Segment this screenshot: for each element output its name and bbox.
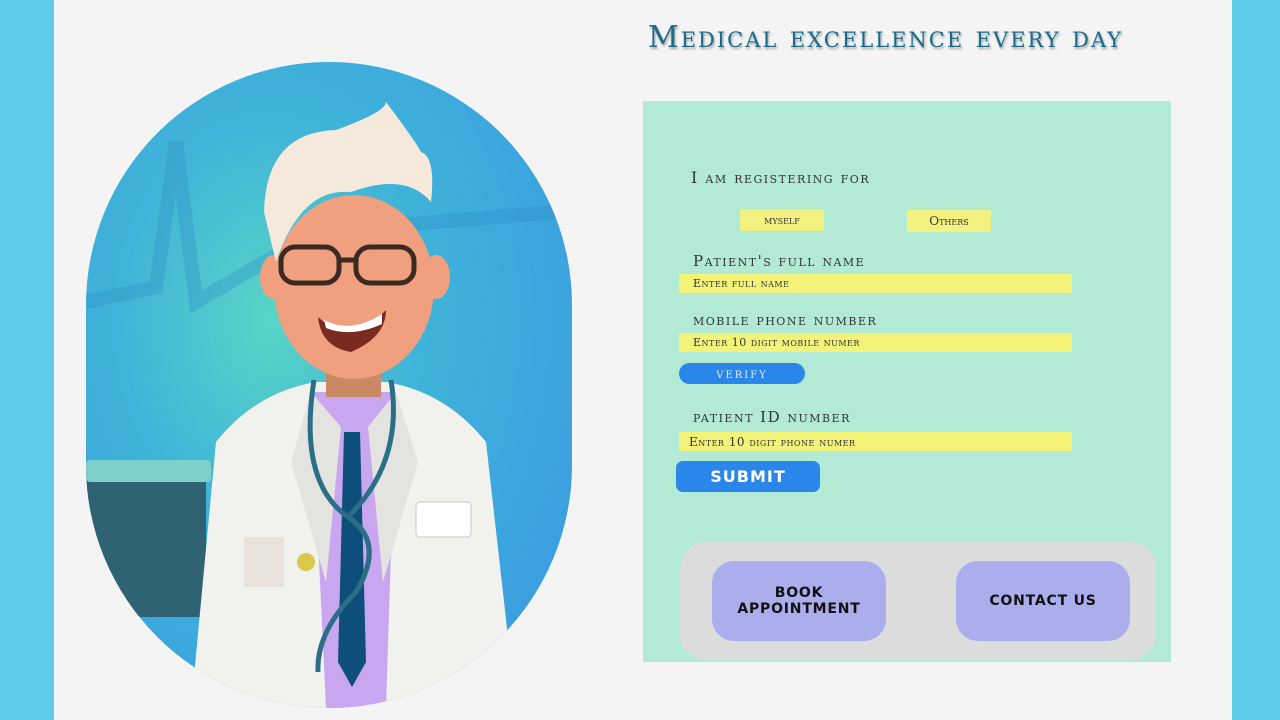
mobile-number-label: mobile phone number <box>693 311 878 329</box>
doctor-illustration <box>86 62 572 708</box>
patient-id-label: patient ID number <box>693 408 851 426</box>
verify-button[interactable]: verify <box>679 363 805 384</box>
contact-us-button[interactable]: CONTACT US <box>956 561 1130 641</box>
registering-for-label: I am registering for <box>691 168 871 187</box>
full-name-input[interactable] <box>679 274 1072 293</box>
mobile-number-input[interactable] <box>679 333 1072 352</box>
option-others-button[interactable]: Others <box>907 210 991 232</box>
book-appointment-button[interactable]: BOOK APPOINTMENT <box>712 561 886 641</box>
option-myself-button[interactable]: myself <box>740 209 824 231</box>
patient-id-input[interactable] <box>679 432 1072 451</box>
submit-button[interactable]: SUBMIT <box>676 461 820 492</box>
page-title: Medical excellence every day <box>648 20 1124 55</box>
full-name-label: Patient's full name <box>693 252 866 270</box>
